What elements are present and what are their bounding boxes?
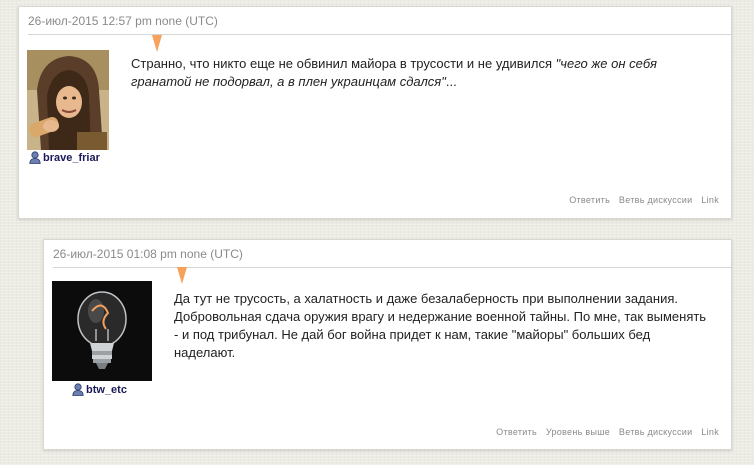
- comment-1: 26-июл-2015 12:57 pm none (UTC) brave_fr…: [18, 6, 732, 219]
- comment-2: 26-июл-2015 01:08 pm none (UTC) btw_etc …: [43, 239, 732, 450]
- username-label: btw_etc: [86, 383, 127, 396]
- light-bulb-avatar: [52, 281, 152, 381]
- hooded-friar-avatar: [27, 50, 109, 150]
- comment-actions: Ответить Ветвь дискуссии Link: [563, 195, 719, 205]
- divider: [28, 34, 731, 35]
- user-icon: [29, 151, 41, 164]
- reply-link[interactable]: Ответить: [496, 427, 537, 437]
- username-link[interactable]: brave_friar: [29, 151, 100, 164]
- permalink[interactable]: Link: [701, 427, 719, 437]
- comment-meta: 26-июл-2015 01:08 pm none (UTC): [53, 247, 243, 261]
- comment-meta: 26-июл-2015 12:57 pm none (UTC): [28, 14, 218, 28]
- avatar[interactable]: [52, 281, 152, 381]
- user-icon: [72, 383, 84, 396]
- parent-link[interactable]: Уровень выше: [546, 427, 610, 437]
- comment-text-tail: ...: [445, 74, 457, 89]
- comment-actions: Ответить Уровень выше Ветвь дискуссии Li…: [490, 427, 719, 437]
- permalink[interactable]: Link: [701, 195, 719, 205]
- comment-text-plain: Странно, что никто еще не обвинил майора…: [131, 56, 556, 71]
- username-link[interactable]: btw_etc: [72, 383, 127, 396]
- comment-text: Странно, что никто еще не обвинил майора…: [131, 55, 706, 91]
- comment-text: Да тут не трусость, а халатность и даже …: [174, 291, 707, 360]
- reply-link[interactable]: Ответить: [569, 195, 610, 205]
- username-label: brave_friar: [43, 151, 100, 164]
- speech-pointer: [177, 267, 187, 284]
- avatar[interactable]: [27, 50, 109, 150]
- divider: [53, 267, 731, 268]
- thread-link[interactable]: Ветвь дискуссии: [619, 195, 693, 205]
- speech-pointer: [152, 35, 162, 52]
- thread-link[interactable]: Ветвь дискуссии: [619, 427, 693, 437]
